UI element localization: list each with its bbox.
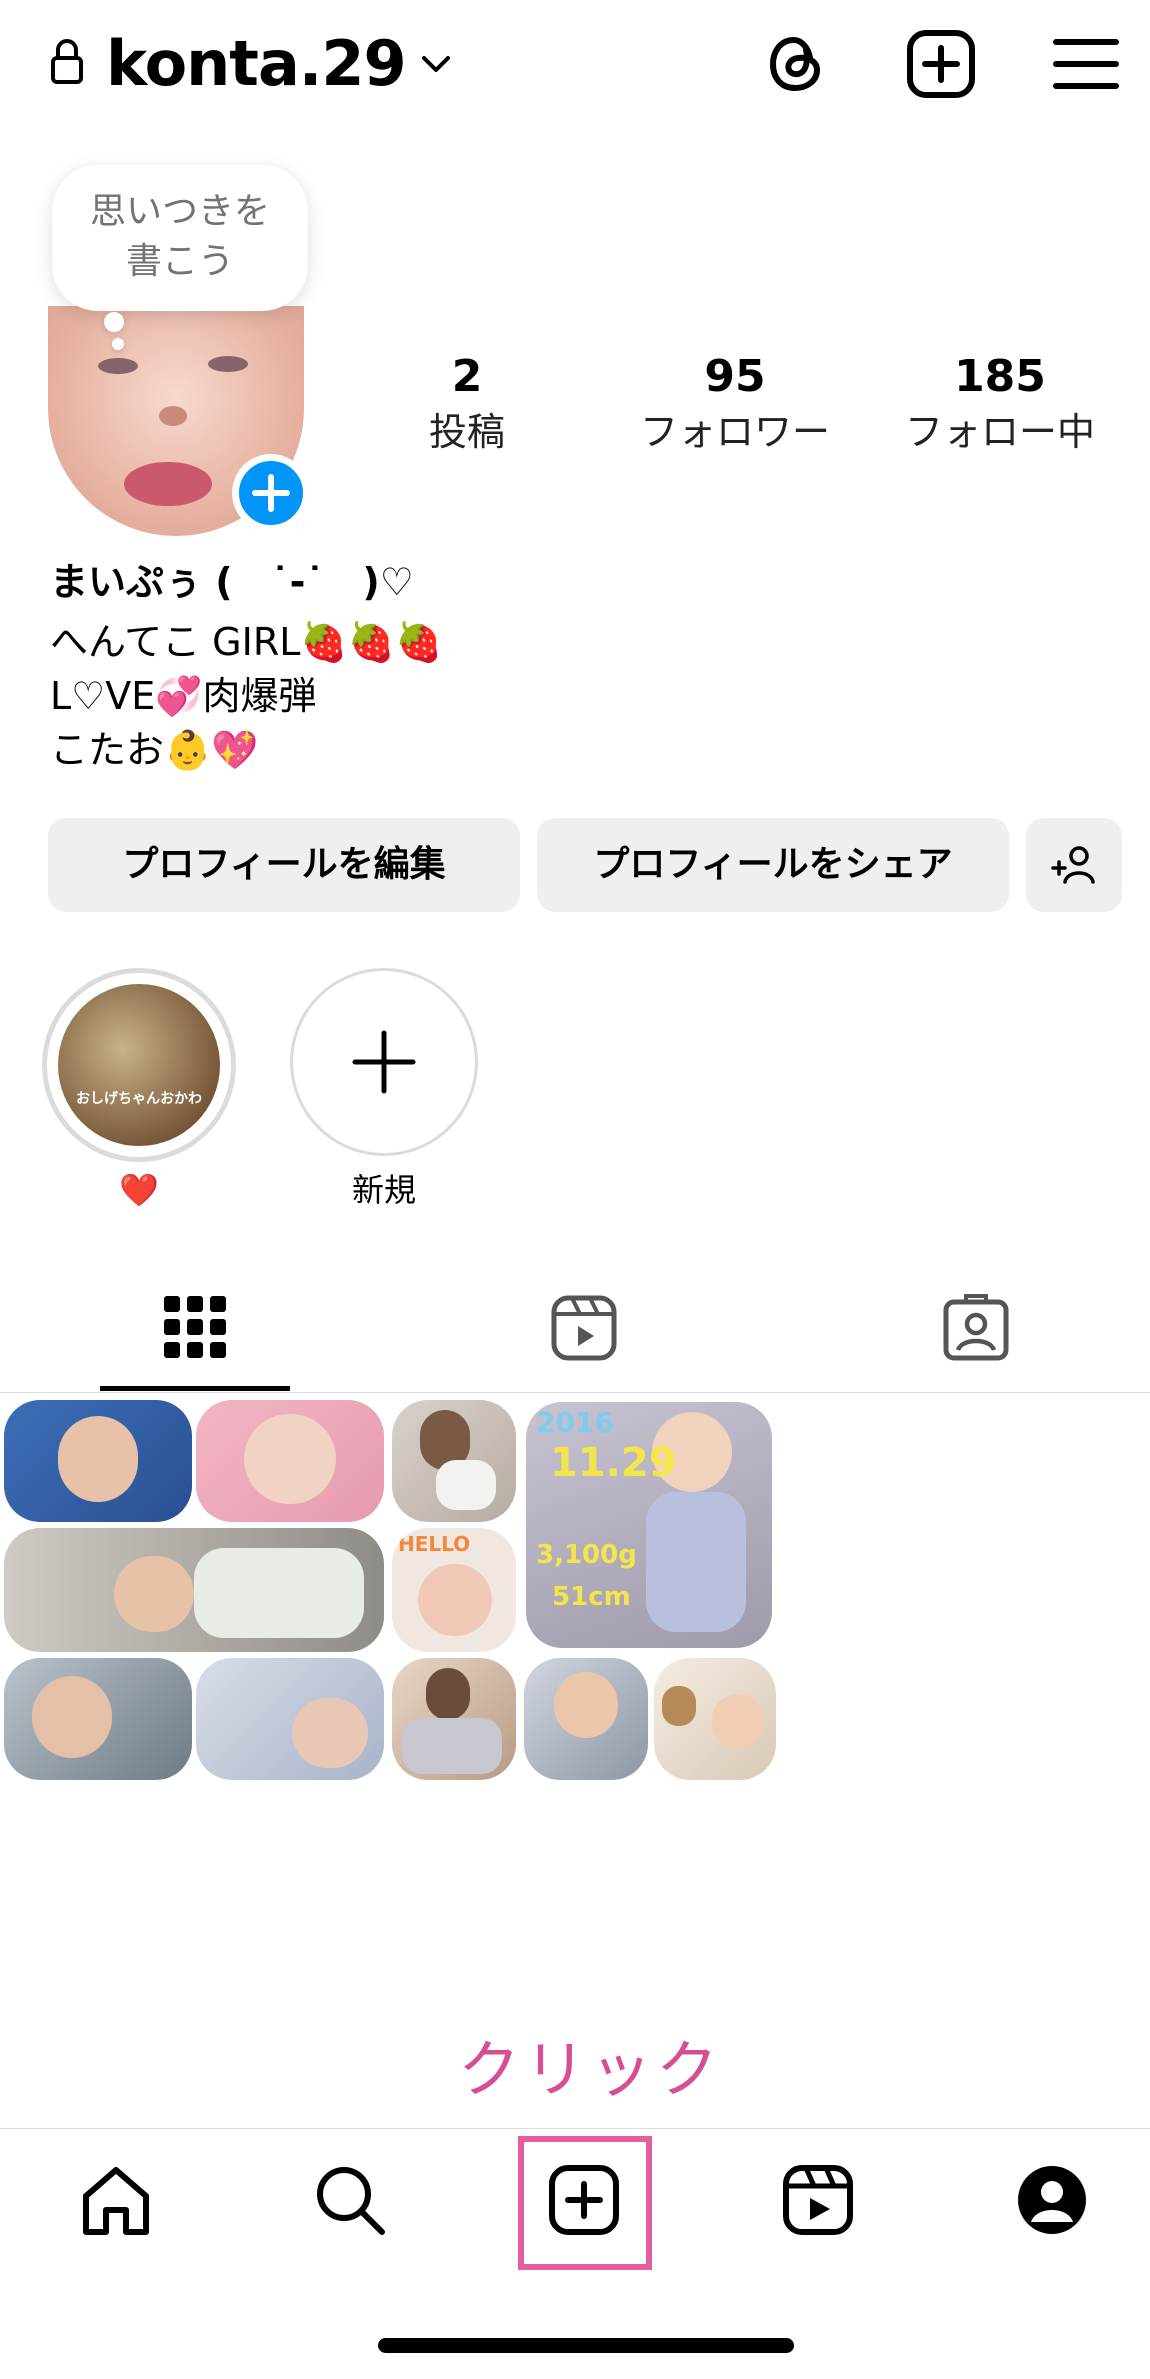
click-caption: クリック (457, 2033, 722, 2106)
edit-profile-button[interactable]: プロフィールを編集 (48, 818, 520, 912)
note-bubble[interactable]: 思いつきを 書こう (52, 165, 308, 311)
hello-text: HELLO (398, 1532, 471, 1556)
create-highlight-box (518, 2136, 652, 2270)
stat-followers-value: 95 (704, 351, 766, 402)
grid-icon[interactable] (162, 1294, 228, 1360)
stat-posts-value: 2 (451, 351, 483, 402)
grid-photo-birth-card[interactable]: 2016 11.29 3,100g 51cm (526, 1402, 772, 1648)
grid-photo-10[interactable] (654, 1658, 776, 1780)
add-story-button[interactable] (232, 454, 310, 532)
birth-year: 2016 (536, 1406, 614, 1439)
tab-divider (0, 1392, 1150, 1393)
grid-photo-4[interactable] (4, 1528, 384, 1652)
birth-weight: 3,100g (536, 1540, 637, 1570)
bio-line-2: L♡VE💞肉爆弾 (50, 674, 317, 718)
stat-posts[interactable]: 2 投稿 (352, 348, 582, 458)
new-highlight-label: 新規 (351, 1171, 416, 1209)
stat-followers-label: フォロワー (639, 410, 830, 454)
grid-photo-9[interactable] (524, 1658, 648, 1780)
chevron-down-icon[interactable] (418, 46, 454, 82)
stat-posts-label: 投稿 (428, 410, 505, 454)
profile-name: まいぷぅ ( ˙-˙ )♡ (50, 560, 414, 604)
new-post-icon[interactable] (905, 28, 977, 100)
reels-icon[interactable] (780, 2162, 856, 2238)
search-icon[interactable] (312, 2162, 388, 2238)
highlight-heart-label: ❤️ (119, 1171, 159, 1209)
plus-icon (252, 474, 290, 512)
note-line-2: 書こう (125, 241, 234, 282)
stat-following-label: フォロー中 (904, 410, 1095, 454)
bio-line-1: へんてこ GIRL🍓🍓🍓 (50, 620, 443, 664)
tagged-icon[interactable] (942, 1294, 1010, 1362)
discover-people-button[interactable] (1026, 818, 1122, 912)
birth-date: 11.29 (550, 1440, 677, 1486)
highlight-inner-text: おしげちゃんおかわ (76, 1091, 202, 1107)
add-person-icon (1051, 846, 1095, 884)
lock-icon (51, 39, 83, 84)
grid-photo-3[interactable] (392, 1400, 516, 1522)
grid-photo-1[interactable] (4, 1400, 192, 1522)
menu-icon[interactable] (1050, 28, 1122, 100)
bubble-tail-small (112, 338, 124, 350)
plus-icon (352, 1030, 416, 1094)
reels-tab-icon[interactable] (550, 1294, 618, 1362)
home-indicator (378, 2338, 794, 2353)
grid-photo-5[interactable]: HELLO (392, 1528, 516, 1652)
grid-photo-7[interactable] (196, 1658, 384, 1780)
grid-photo-2[interactable] (196, 1400, 384, 1522)
grid-photo-6[interactable] (4, 1658, 192, 1780)
nav-divider (0, 2128, 1150, 2129)
new-highlight-button[interactable] (290, 968, 478, 1156)
threads-icon[interactable] (760, 28, 832, 100)
tab-active-indicator (100, 1386, 290, 1391)
home-icon[interactable] (78, 2162, 154, 2238)
stat-following-value: 185 (954, 351, 1046, 402)
note-line-1: 思いつきを (89, 191, 270, 232)
highlight-heart-thumbnail: おしげちゃんおかわ (58, 984, 220, 1146)
bubble-tail (104, 312, 124, 332)
profile-icon[interactable] (1014, 2162, 1090, 2238)
birth-height: 51cm (552, 1582, 631, 1612)
username[interactable]: konta.29 (106, 24, 407, 104)
stat-followers[interactable]: 95 フォロワー (620, 348, 850, 458)
bio-line-3: こたお👶💖 (50, 728, 259, 772)
stat-following[interactable]: 185 フォロー中 (885, 348, 1115, 458)
grid-photo-8[interactable] (392, 1658, 516, 1780)
share-profile-button[interactable]: プロフィールをシェア (537, 818, 1009, 912)
